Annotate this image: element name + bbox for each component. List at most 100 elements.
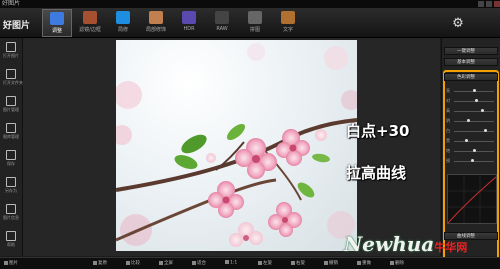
sidebar-item-6[interactable]: 图片信息 [3,204,19,221]
slider-track[interactable] [454,111,494,112]
basic-adjust-button[interactable]: 基本调整 [444,58,498,66]
tool-label: RAW [216,26,228,32]
slider-knob[interactable] [474,99,478,102]
status-button-1[interactable]: 复原 [93,260,107,266]
tool-7[interactable]: 文字 [273,9,303,37]
status-icon [159,260,163,265]
slider-track[interactable] [454,121,494,122]
annotation-raise-curve: 拉高曲线 [346,164,407,182]
folder-icon [6,69,16,79]
slider-knob[interactable] [480,109,484,112]
status-icon [225,260,229,264]
slider-row[interactable]: 饱 [446,148,496,154]
slider-track[interactable] [454,141,494,142]
slider-knob[interactable] [473,149,476,152]
sidebar-item-7[interactable]: 帮助 [3,231,19,248]
slider-track[interactable] [454,101,494,102]
one-click-adjust-button[interactable]: 一键调整 [444,47,498,55]
slider-label: 饱 [446,148,450,153]
curve-graph[interactable] [447,174,497,224]
slider-row[interactable]: 白 [446,128,496,134]
color-adjust-button[interactable]: 色彩调整 [444,73,498,81]
slider-row[interactable]: 亮 [446,88,496,94]
status-button-6[interactable]: 左旋 [258,260,272,266]
slider-label: 白 [446,128,450,133]
slider-knob[interactable] [473,89,476,92]
sidebar-item-2[interactable]: 图片管理 [3,96,19,113]
slider-row[interactable]: 对 [446,98,496,104]
adjust-panel: 一键调整 基本调整 色彩调整 亮对高阴白黑饱锐 曲线调整 [441,38,500,266]
adjust-icon [50,12,64,25]
slider-row[interactable]: 锐 [446,158,496,164]
sidebar-item-label: 打开图片 [3,53,19,58]
maximize-button[interactable] [486,1,492,7]
sidebar-item-0[interactable]: 打开图片 [3,42,19,59]
minimize-button[interactable] [478,1,484,7]
open-folder-icon [6,42,16,52]
status-label: 左旋 [263,261,272,266]
status-icon [357,260,361,265]
hdr-icon [182,11,196,24]
tool-label: 滤镜/边框 [79,27,101,33]
slider-label: 亮 [446,88,450,93]
status-icon [258,260,262,265]
tool-label: 局修 [117,27,128,33]
curve-line [447,175,497,224]
slider-row[interactable]: 黑 [446,138,496,144]
sidebar-item-3[interactable]: 图库管理 [3,123,19,140]
status-button-0[interactable]: 图片 [4,260,18,266]
sidebar-item-label: 图片信息 [3,215,19,220]
cherry-blossom-photo [116,40,357,251]
slider-track[interactable] [454,161,494,162]
watermark-cn: 牛华网 [434,241,468,254]
tool-3[interactable]: 局部修饰 [141,9,171,37]
status-button-8[interactable]: 撤销 [324,260,338,266]
sidebar-item-5[interactable]: 另存为 [3,177,19,194]
status-label: 删除 [395,261,404,266]
status-label: 图片 [9,261,18,266]
status-icon [324,260,328,265]
status-button-7[interactable]: 右旋 [291,260,305,266]
tool-4[interactable]: HDR [174,9,204,37]
status-button-4[interactable]: 适合 [192,260,206,266]
watermark-text: Newhua [344,232,435,256]
tool-1[interactable]: 滤镜/边框 [75,9,105,37]
status-button-10[interactable]: 删除 [390,260,404,266]
status-button-3[interactable]: 全屏 [159,260,173,266]
status-button-2[interactable]: 比较 [126,260,140,266]
tool-label: 文字 [282,27,293,33]
collage-icon [248,11,262,24]
annotation-white-point: 白点+30 [346,122,410,140]
status-icon [93,260,97,265]
tool-label: 拼图 [249,27,260,33]
slider-label: 阴 [446,118,450,123]
slider-row[interactable]: 高 [446,108,496,114]
status-button-5[interactable]: 1:1 [225,260,237,266]
status-button-9[interactable]: 重做 [357,260,371,266]
sidebar-item-label: 帮助 [7,242,15,247]
sidebar-item-1[interactable]: 打开文件夹 [3,69,23,86]
tool-label: HDR [183,26,195,32]
left-sidebar: 打开图片打开文件夹图片管理图库管理保存另存为图片信息帮助 [0,38,23,256]
close-button[interactable] [494,1,500,7]
title-bar: 好图片 [0,0,500,8]
settings-gear-icon[interactable]: ⚙ [451,17,465,31]
sidebar-item-label: 保存 [7,161,15,166]
status-icon [291,260,295,265]
sidebar-item-label: 图片管理 [3,107,19,112]
tool-label: 调整 [51,28,62,34]
text-icon [281,11,295,24]
slider-track[interactable] [454,131,494,132]
tool-2[interactable]: 局修 [108,9,138,37]
status-label: 右旋 [296,261,305,266]
tool-0[interactable]: 调整 [42,9,72,37]
browse-icon [6,96,16,106]
help-icon [6,231,16,241]
tool-label: 局部修饰 [145,27,166,33]
tool-5[interactable]: RAW [207,9,237,37]
status-label: 比较 [131,261,140,266]
tool-6[interactable]: 拼图 [240,9,270,37]
library-icon [6,123,16,133]
sidebar-item-4[interactable]: 保存 [3,150,19,167]
slider-row[interactable]: 阴 [446,118,496,124]
